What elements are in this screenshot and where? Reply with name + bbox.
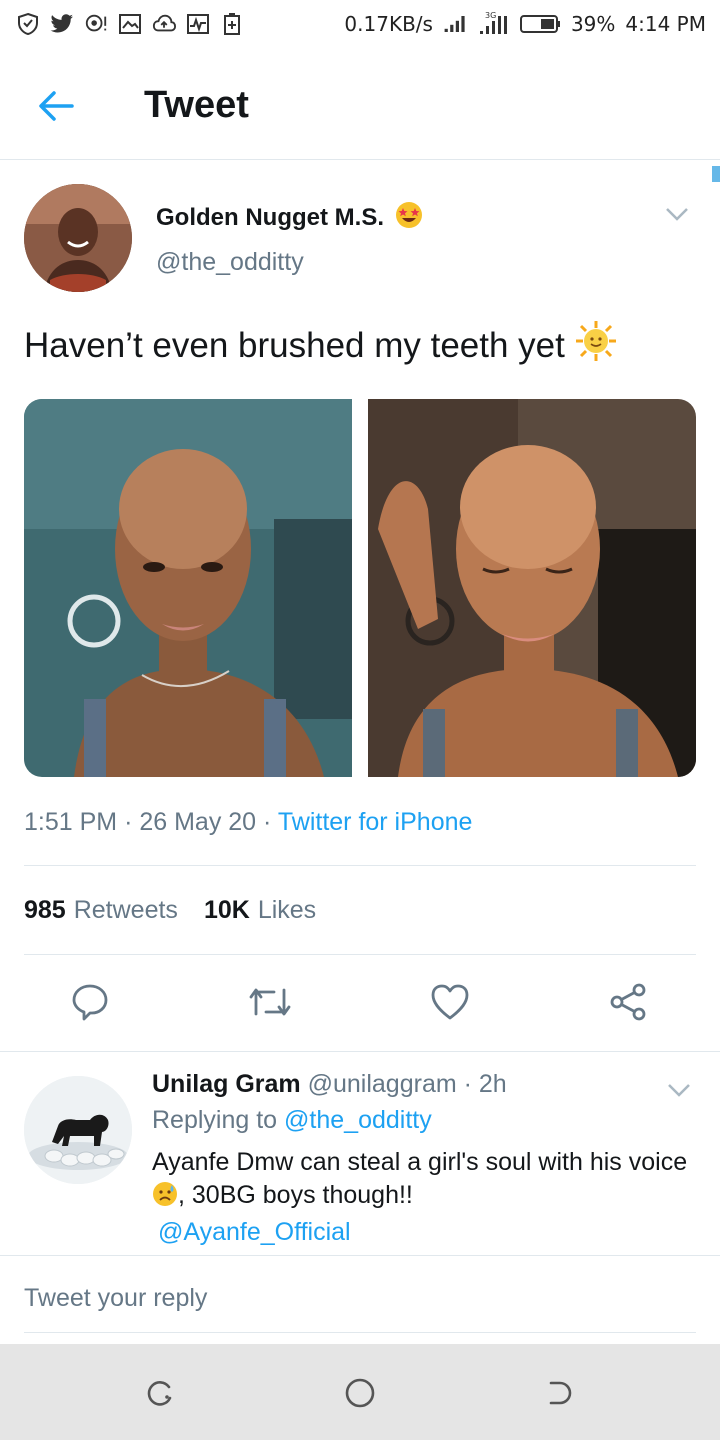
- reply-line-1: Ayanfe Dmw can steal a girl's soul with …: [152, 1148, 688, 1176]
- back-nav-icon[interactable]: [543, 1376, 577, 1410]
- replying-to: Replying to @the_odditty: [152, 1106, 432, 1135]
- replying-handle-link[interactable]: @the_odditty: [284, 1106, 432, 1134]
- tweet-date: 26 May 20: [139, 808, 257, 836]
- likes-label: Likes: [257, 896, 317, 924]
- reply-icon[interactable]: [68, 980, 112, 1024]
- tweet-body: Haven’t even brushed my teeth yet: [24, 325, 565, 365]
- sad-but-relieved-emoji-icon: [152, 1181, 178, 1216]
- reply-line-3: @Ayanfe_Official: [152, 1216, 702, 1249]
- reply-author-name[interactable]: Unilag Gram: [152, 1070, 301, 1098]
- clock: 4:14 PM: [625, 12, 706, 36]
- meta-separator: ·: [263, 808, 278, 836]
- reply-line-2-text: , 30BG boys though!!: [178, 1181, 413, 1209]
- reply-mention-link[interactable]: @Ayanfe_Official: [158, 1218, 351, 1246]
- replying-prefix: Replying to: [152, 1106, 278, 1134]
- likes-count: 10K: [203, 896, 250, 924]
- cloud-upload-icon: [152, 12, 176, 36]
- tweet-source-link[interactable]: Twitter for iPhone: [278, 808, 473, 836]
- reply-header[interactable]: Unilag Gram @unilaggram · 2h: [152, 1070, 507, 1099]
- reply-text: Ayanfe Dmw can steal a girl's soul with …: [152, 1146, 702, 1249]
- retweets-stat[interactable]: 985 Retweets: [24, 896, 178, 925]
- tweet-meta: 1:51 PM · 26 May 20 · Twitter for iPhone: [24, 808, 472, 837]
- system-nav-bar: [0, 1344, 720, 1440]
- author-avatar[interactable]: [24, 184, 132, 292]
- signal-icon: [443, 12, 467, 36]
- divider: [0, 1255, 720, 1256]
- tweet-stats: 985 Retweets 10K Likes: [24, 896, 316, 925]
- network-speed: 0.17KB/s: [344, 12, 433, 36]
- retweet-icon[interactable]: [248, 980, 292, 1024]
- home-icon[interactable]: [343, 1376, 377, 1410]
- divider: [24, 865, 696, 866]
- status-bar: 0.17KB/s 3G 39% 4:14 PM: [0, 0, 720, 48]
- reply-avatar[interactable]: [24, 1076, 132, 1184]
- author-handle[interactable]: @the_odditty: [156, 248, 304, 277]
- scroll-indicator: [712, 166, 720, 182]
- compose-underline: [24, 1332, 696, 1333]
- chat-bubble-icon: [84, 12, 108, 36]
- retweets-count: 985: [24, 896, 66, 924]
- likes-stat[interactable]: 10K Likes: [204, 896, 316, 925]
- star-struck-emoji-icon: [394, 200, 424, 235]
- author-name-row[interactable]: Golden Nugget M.S.: [156, 200, 424, 235]
- battery-icon: [519, 12, 561, 36]
- tweet-photo-1[interactable]: [24, 399, 352, 777]
- retweets-label: Retweets: [73, 896, 178, 924]
- heart-icon[interactable]: [428, 980, 472, 1024]
- signal-3g-icon: 3G: [477, 11, 509, 36]
- reply-line-2: , 30BG boys though!!: [152, 1179, 702, 1216]
- battery-plus-icon: [220, 12, 244, 36]
- back-arrow-icon[interactable]: [34, 84, 78, 128]
- battery-percent: 39%: [570, 12, 616, 36]
- meta-separator: ·: [463, 1070, 472, 1098]
- tweet-time: 1:51 PM: [24, 808, 118, 836]
- shield-icon: [16, 12, 40, 36]
- tweet-media[interactable]: [24, 399, 696, 777]
- divider: [24, 954, 696, 955]
- twitter-bird-icon: [50, 12, 74, 36]
- svg-text:3G: 3G: [485, 11, 496, 20]
- share-icon[interactable]: [606, 980, 650, 1024]
- activity-icon: [186, 12, 210, 36]
- tweet-text: Haven’t even brushed my teeth yet: [24, 320, 617, 371]
- image-icon: [118, 12, 142, 36]
- reply-author-handle[interactable]: @unilaggram: [308, 1070, 457, 1098]
- meta-separator: ·: [124, 808, 140, 836]
- top-app-bar: Tweet: [0, 48, 720, 160]
- divider: [0, 1051, 720, 1052]
- chevron-down-icon[interactable]: [666, 1080, 692, 1100]
- sun-with-face-emoji-icon: [575, 320, 617, 371]
- reply-age: 2h: [478, 1070, 507, 1098]
- tweet-actions: [0, 966, 720, 1050]
- author-name[interactable]: Golden Nugget M.S.: [156, 204, 384, 232]
- recent-apps-icon[interactable]: [143, 1376, 177, 1410]
- reply-compose-field[interactable]: Tweet your reply: [24, 1284, 207, 1313]
- tweet-photo-2[interactable]: [368, 399, 696, 777]
- chevron-down-icon[interactable]: [664, 204, 690, 224]
- page-title: Tweet: [144, 84, 249, 126]
